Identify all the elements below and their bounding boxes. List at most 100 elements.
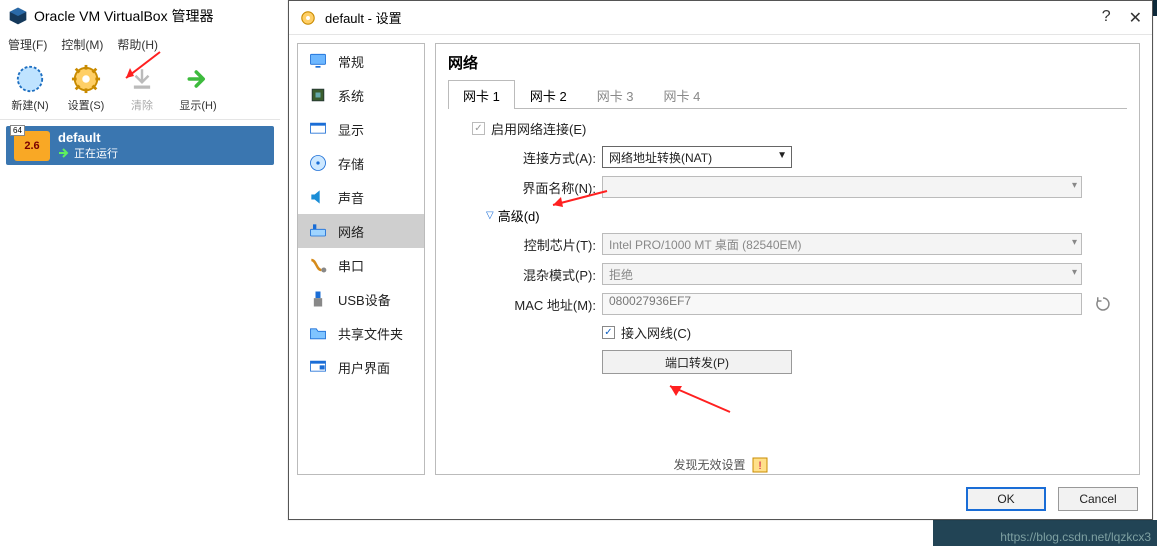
ui-icon — [308, 357, 328, 377]
monitor-icon — [308, 51, 328, 71]
advanced-label: 高级(d) — [498, 206, 540, 225]
menu-control[interactable]: 控制(M) — [61, 36, 103, 53]
new-icon — [14, 63, 46, 95]
settings-button[interactable]: 设置(S) — [58, 63, 114, 113]
tab-adapter-3[interactable]: 网卡 3 — [582, 80, 649, 109]
dialog-buttons: OK Cancel — [966, 487, 1138, 511]
discard-button[interactable]: 清除 — [114, 63, 170, 113]
ok-button[interactable]: OK — [966, 487, 1046, 511]
disk-icon — [308, 153, 328, 173]
portfwd-row: 端口转发(P) — [452, 350, 1123, 374]
speaker-icon — [308, 187, 328, 207]
category-label: 存储 — [338, 154, 364, 173]
dialog-gear-icon — [299, 9, 317, 27]
cancel-button[interactable]: Cancel — [1058, 487, 1138, 511]
main-window-titlebar: Oracle VM VirtualBox 管理器 — [0, 0, 280, 32]
enable-network-checkbox[interactable]: ✓ — [472, 122, 485, 135]
category-storage[interactable]: 存储 — [298, 146, 424, 180]
port-forwarding-button[interactable]: 端口转发(P) — [602, 350, 792, 374]
warning-icon: ! — [752, 457, 768, 473]
discard-button-label: 清除 — [131, 97, 153, 113]
ifname-label: 界面名称(N): — [486, 178, 596, 197]
advanced-toggle[interactable]: ▽ 高级(d) — [486, 206, 540, 225]
promisc-row: 混杂模式(P): 拒绝 ▾ — [452, 263, 1123, 285]
watermark: https://blog.csdn.net/lqzkcx3 — [1000, 530, 1151, 544]
promisc-value: 拒绝 — [609, 266, 633, 283]
category-display[interactable]: 显示 — [298, 112, 424, 146]
category-label: USB设备 — [338, 290, 391, 309]
vm-item-default[interactable]: 64 2.6 default 正在运行 — [6, 126, 274, 165]
folder-icon — [308, 323, 328, 343]
help-icon[interactable]: ? — [1102, 8, 1111, 28]
vm-os-icon: 64 2.6 — [14, 131, 50, 161]
ifname-combo: ▾ — [602, 176, 1082, 198]
attach-row: 连接方式(A): 网络地址转换(NAT) ▼ — [452, 146, 1123, 168]
advanced-toggle-row: ▽ 高级(d) — [452, 206, 1123, 225]
tab-adapter-4[interactable]: 网卡 4 — [649, 80, 716, 109]
new-button-label: 新建(N) — [11, 97, 48, 113]
svg-text:!: ! — [758, 460, 761, 472]
tab-adapter-1[interactable]: 网卡 1 — [448, 80, 515, 109]
new-button[interactable]: 新建(N) — [2, 63, 58, 113]
menu-help[interactable]: 帮助(H) — [117, 36, 158, 53]
chip-icon — [308, 85, 328, 105]
category-serial[interactable]: 串口 — [298, 248, 424, 282]
main-window-title: Oracle VM VirtualBox 管理器 — [34, 6, 213, 26]
close-icon[interactable]: ✕ — [1129, 8, 1142, 28]
gear-icon — [70, 63, 102, 95]
category-label: 串口 — [338, 256, 364, 275]
ifname-row: 界面名称(N): ▾ — [452, 176, 1123, 198]
attach-value: 网络地址转换(NAT) — [609, 149, 712, 166]
category-list: 常规 系统 显示 存储 声音 网络 — [297, 43, 425, 475]
vm-text: default 正在运行 — [58, 130, 118, 161]
category-label: 共享文件夹 — [338, 324, 403, 343]
serial-icon — [308, 255, 328, 275]
chevron-down-icon: ▾ — [1072, 267, 1077, 278]
chip-combo: Intel PRO/1000 MT 桌面 (82540EM) ▾ — [602, 233, 1082, 255]
category-network[interactable]: 网络 — [298, 214, 424, 248]
show-icon — [182, 63, 214, 95]
cable-label: 接入网线(C) — [621, 323, 691, 342]
chip-value: Intel PRO/1000 MT 桌面 (82540EM) — [609, 236, 802, 253]
category-ui[interactable]: 用户界面 — [298, 350, 424, 384]
chevron-down-icon: ▾ — [1072, 237, 1077, 248]
dialog-titlebar: default - 设置 ? ✕ — [289, 1, 1152, 35]
vm-arch-badge: 64 — [10, 125, 25, 136]
promisc-label: 混杂模式(P): — [486, 265, 596, 284]
mac-input[interactable]: 080027936EF7 — [602, 293, 1082, 315]
category-label: 网络 — [338, 222, 364, 241]
invalid-settings-text: 发现无效设置 — [673, 456, 745, 473]
tab-adapter-2[interactable]: 网卡 2 — [515, 80, 582, 109]
category-audio[interactable]: 声音 — [298, 180, 424, 214]
chevron-down-icon: ▾ — [1072, 180, 1077, 191]
category-shared[interactable]: 共享文件夹 — [298, 316, 424, 350]
category-general[interactable]: 常规 — [298, 44, 424, 78]
menu-file[interactable]: 管理(F) — [8, 36, 47, 53]
show-button[interactable]: 显示(H) — [170, 63, 226, 113]
promisc-combo: 拒绝 ▾ — [602, 263, 1082, 285]
refresh-icon[interactable] — [1094, 295, 1112, 313]
display-icon — [308, 119, 328, 139]
content-frame: 网络 网卡 1 网卡 2 网卡 3 网卡 4 ✓ 启用网络连接(E) 连接方式(… — [435, 43, 1140, 475]
adapter-tabs: 网卡 1 网卡 2 网卡 3 网卡 4 — [448, 79, 1127, 109]
section-title: 网络 — [448, 52, 1127, 73]
vm-status-text: 正在运行 — [74, 145, 118, 161]
network-form: ✓ 启用网络连接(E) 连接方式(A): 网络地址转换(NAT) ▼ 界面名称(… — [448, 109, 1127, 386]
cable-checkbox[interactable]: ✓ — [602, 326, 615, 339]
attach-combo[interactable]: 网络地址转换(NAT) ▼ — [602, 146, 792, 168]
mac-value: 080027936EF7 — [609, 294, 691, 308]
chip-row: 控制芯片(T): Intel PRO/1000 MT 桌面 (82540EM) … — [452, 233, 1123, 255]
virtualbox-manager-window: Oracle VM VirtualBox 管理器 管理(F) 控制(M) 帮助(… — [0, 0, 280, 546]
vm-version-badge: 2.6 — [24, 140, 39, 152]
category-system[interactable]: 系统 — [298, 78, 424, 112]
cable-row: ✓ 接入网线(C) — [452, 323, 1123, 342]
discard-icon — [126, 63, 158, 95]
mac-row: MAC 地址(M): 080027936EF7 — [452, 293, 1123, 315]
enable-network-label: 启用网络连接(E) — [491, 119, 586, 138]
category-label: 显示 — [338, 120, 364, 139]
network-icon — [308, 221, 328, 241]
category-usb[interactable]: USB设备 — [298, 282, 424, 316]
vm-name: default — [58, 130, 118, 145]
usb-icon — [308, 289, 328, 309]
settings-button-label: 设置(S) — [68, 97, 105, 113]
